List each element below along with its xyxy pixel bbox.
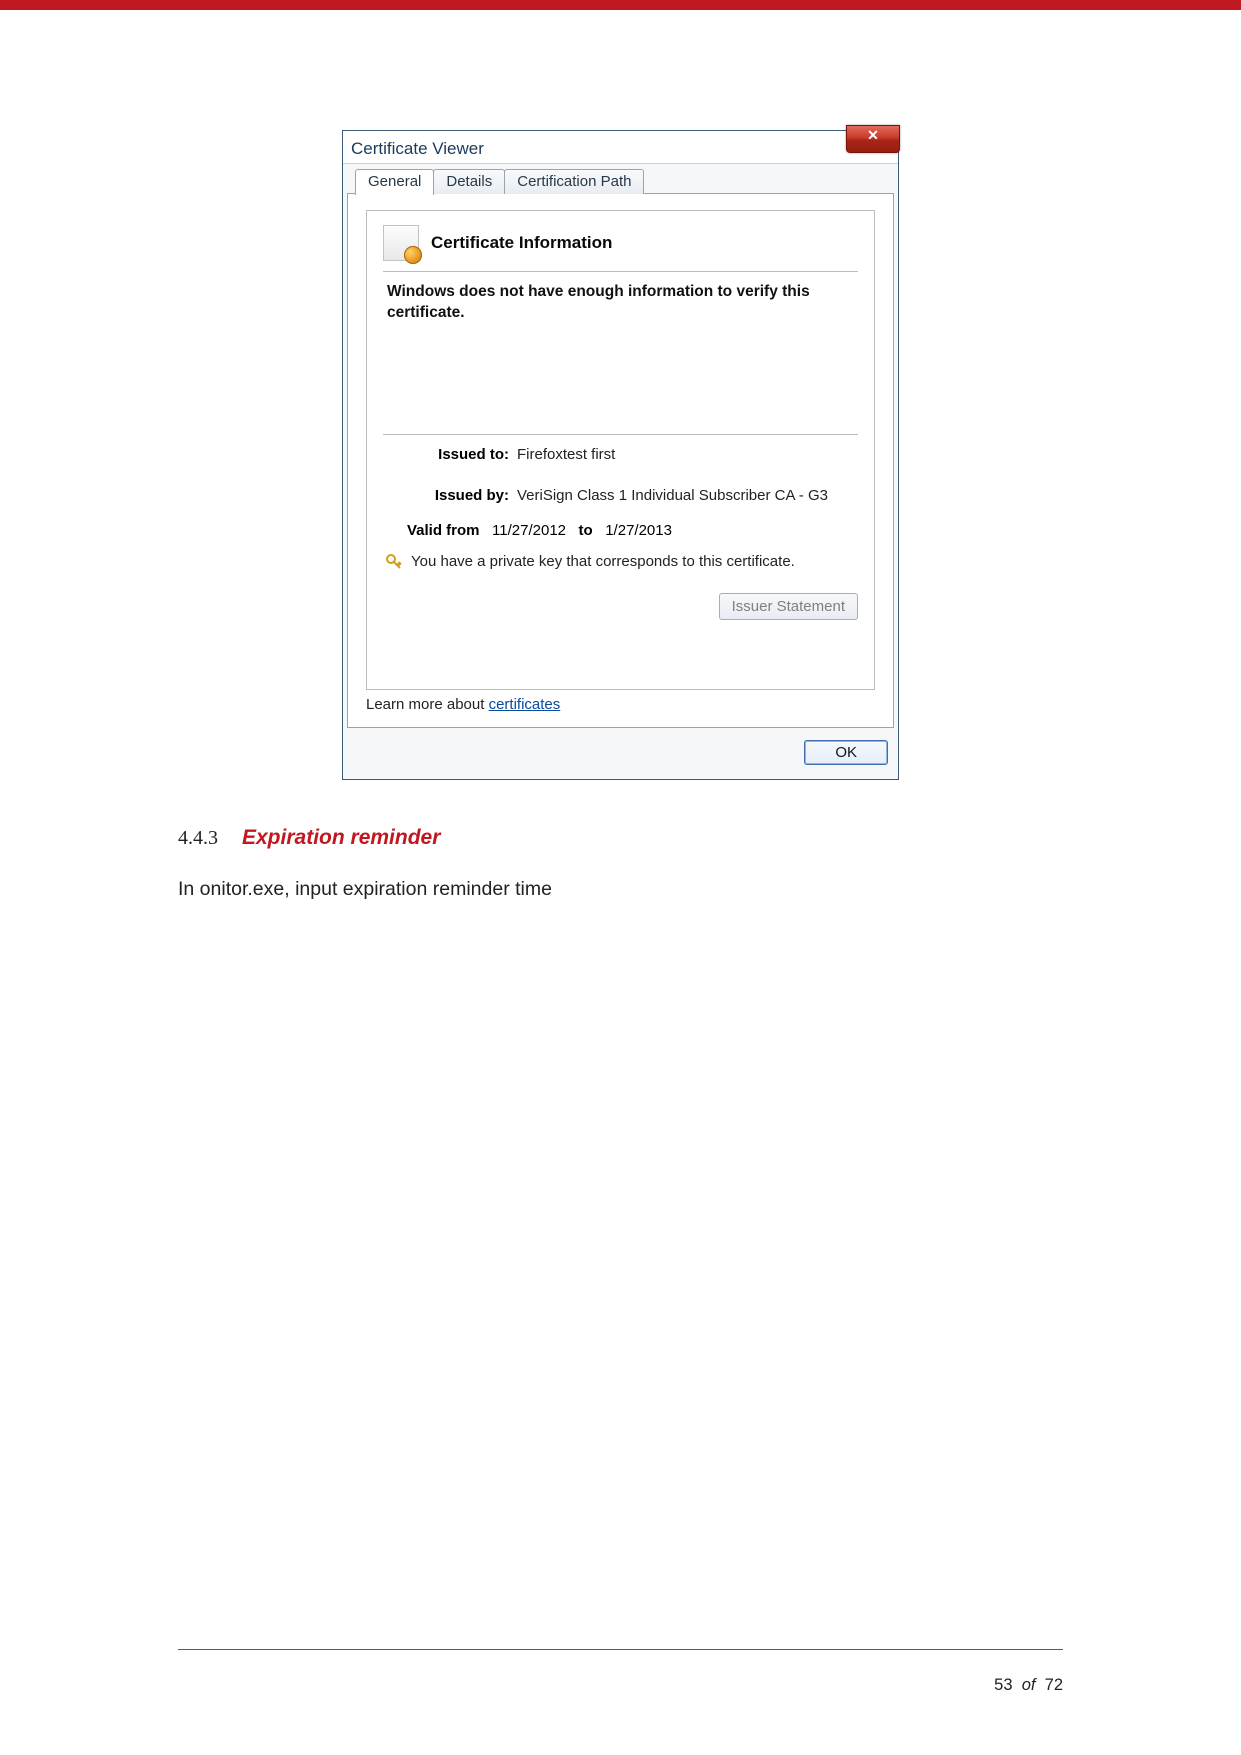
certificate-viewer-window: Certificate Viewer ✕ General Details Cer…: [342, 130, 899, 780]
section-body-text: In onitor.exe, input expiration reminder…: [178, 878, 1063, 901]
tab-general[interactable]: General: [355, 169, 434, 195]
page-current: 53: [994, 1676, 1012, 1694]
page-top-rule: [0, 0, 1241, 10]
tab-details[interactable]: Details: [433, 169, 505, 194]
valid-to-label: to: [579, 522, 593, 539]
close-button[interactable]: ✕: [846, 125, 900, 153]
certificate-info-heading: Certificate Information: [431, 233, 612, 253]
section-title: Expiration reminder: [242, 826, 440, 850]
close-icon: ✕: [867, 127, 879, 143]
certificate-icon: [383, 225, 419, 261]
window-title: Certificate Viewer: [351, 139, 484, 163]
page-total: 72: [1045, 1676, 1063, 1694]
section-heading: 4.4.3 Expiration reminder: [178, 826, 1063, 850]
ribbon-icon: [404, 246, 422, 264]
tab-certification-path[interactable]: Certification Path: [504, 169, 644, 194]
page-of-word: of: [1022, 1676, 1036, 1694]
tab-strip: General Details Certification Path: [347, 168, 894, 194]
issued-by-value: VeriSign Class 1 Individual Subscriber C…: [517, 486, 828, 506]
issued-to-value: Firefoxtest first: [517, 445, 615, 465]
valid-date-row: Valid from 11/27/2012 to 1/27/2013: [383, 522, 858, 539]
certificate-info-box: Certificate Information Windows does not…: [366, 210, 875, 690]
page-number: 53 of 72: [178, 1676, 1063, 1695]
valid-to-value: 1/27/2013: [605, 522, 672, 539]
valid-from-value: 11/27/2012: [492, 522, 566, 539]
tab-panel-general: Certificate Information Windows does not…: [347, 193, 894, 728]
divider: [383, 434, 858, 435]
issuer-statement-button: Issuer Statement: [719, 593, 858, 620]
section-number: 4.4.3: [178, 827, 218, 850]
private-key-note: You have a private key that corresponds …: [411, 553, 795, 570]
valid-from-label: Valid from: [407, 522, 480, 539]
certificates-link[interactable]: certificates: [489, 696, 561, 713]
issued-to-label: Issued to:: [407, 445, 509, 465]
verify-warning-text: Windows does not have enough information…: [383, 282, 858, 324]
footer-rule: [178, 1649, 1063, 1650]
ok-button[interactable]: OK: [804, 740, 888, 765]
divider: [383, 271, 858, 272]
learn-more-row: Learn more about certificates: [366, 696, 875, 713]
key-icon: [385, 553, 403, 571]
page-footer: 53 of 72: [178, 1641, 1063, 1695]
learn-more-prefix: Learn more about: [366, 696, 489, 713]
issued-by-label: Issued by:: [407, 486, 509, 506]
